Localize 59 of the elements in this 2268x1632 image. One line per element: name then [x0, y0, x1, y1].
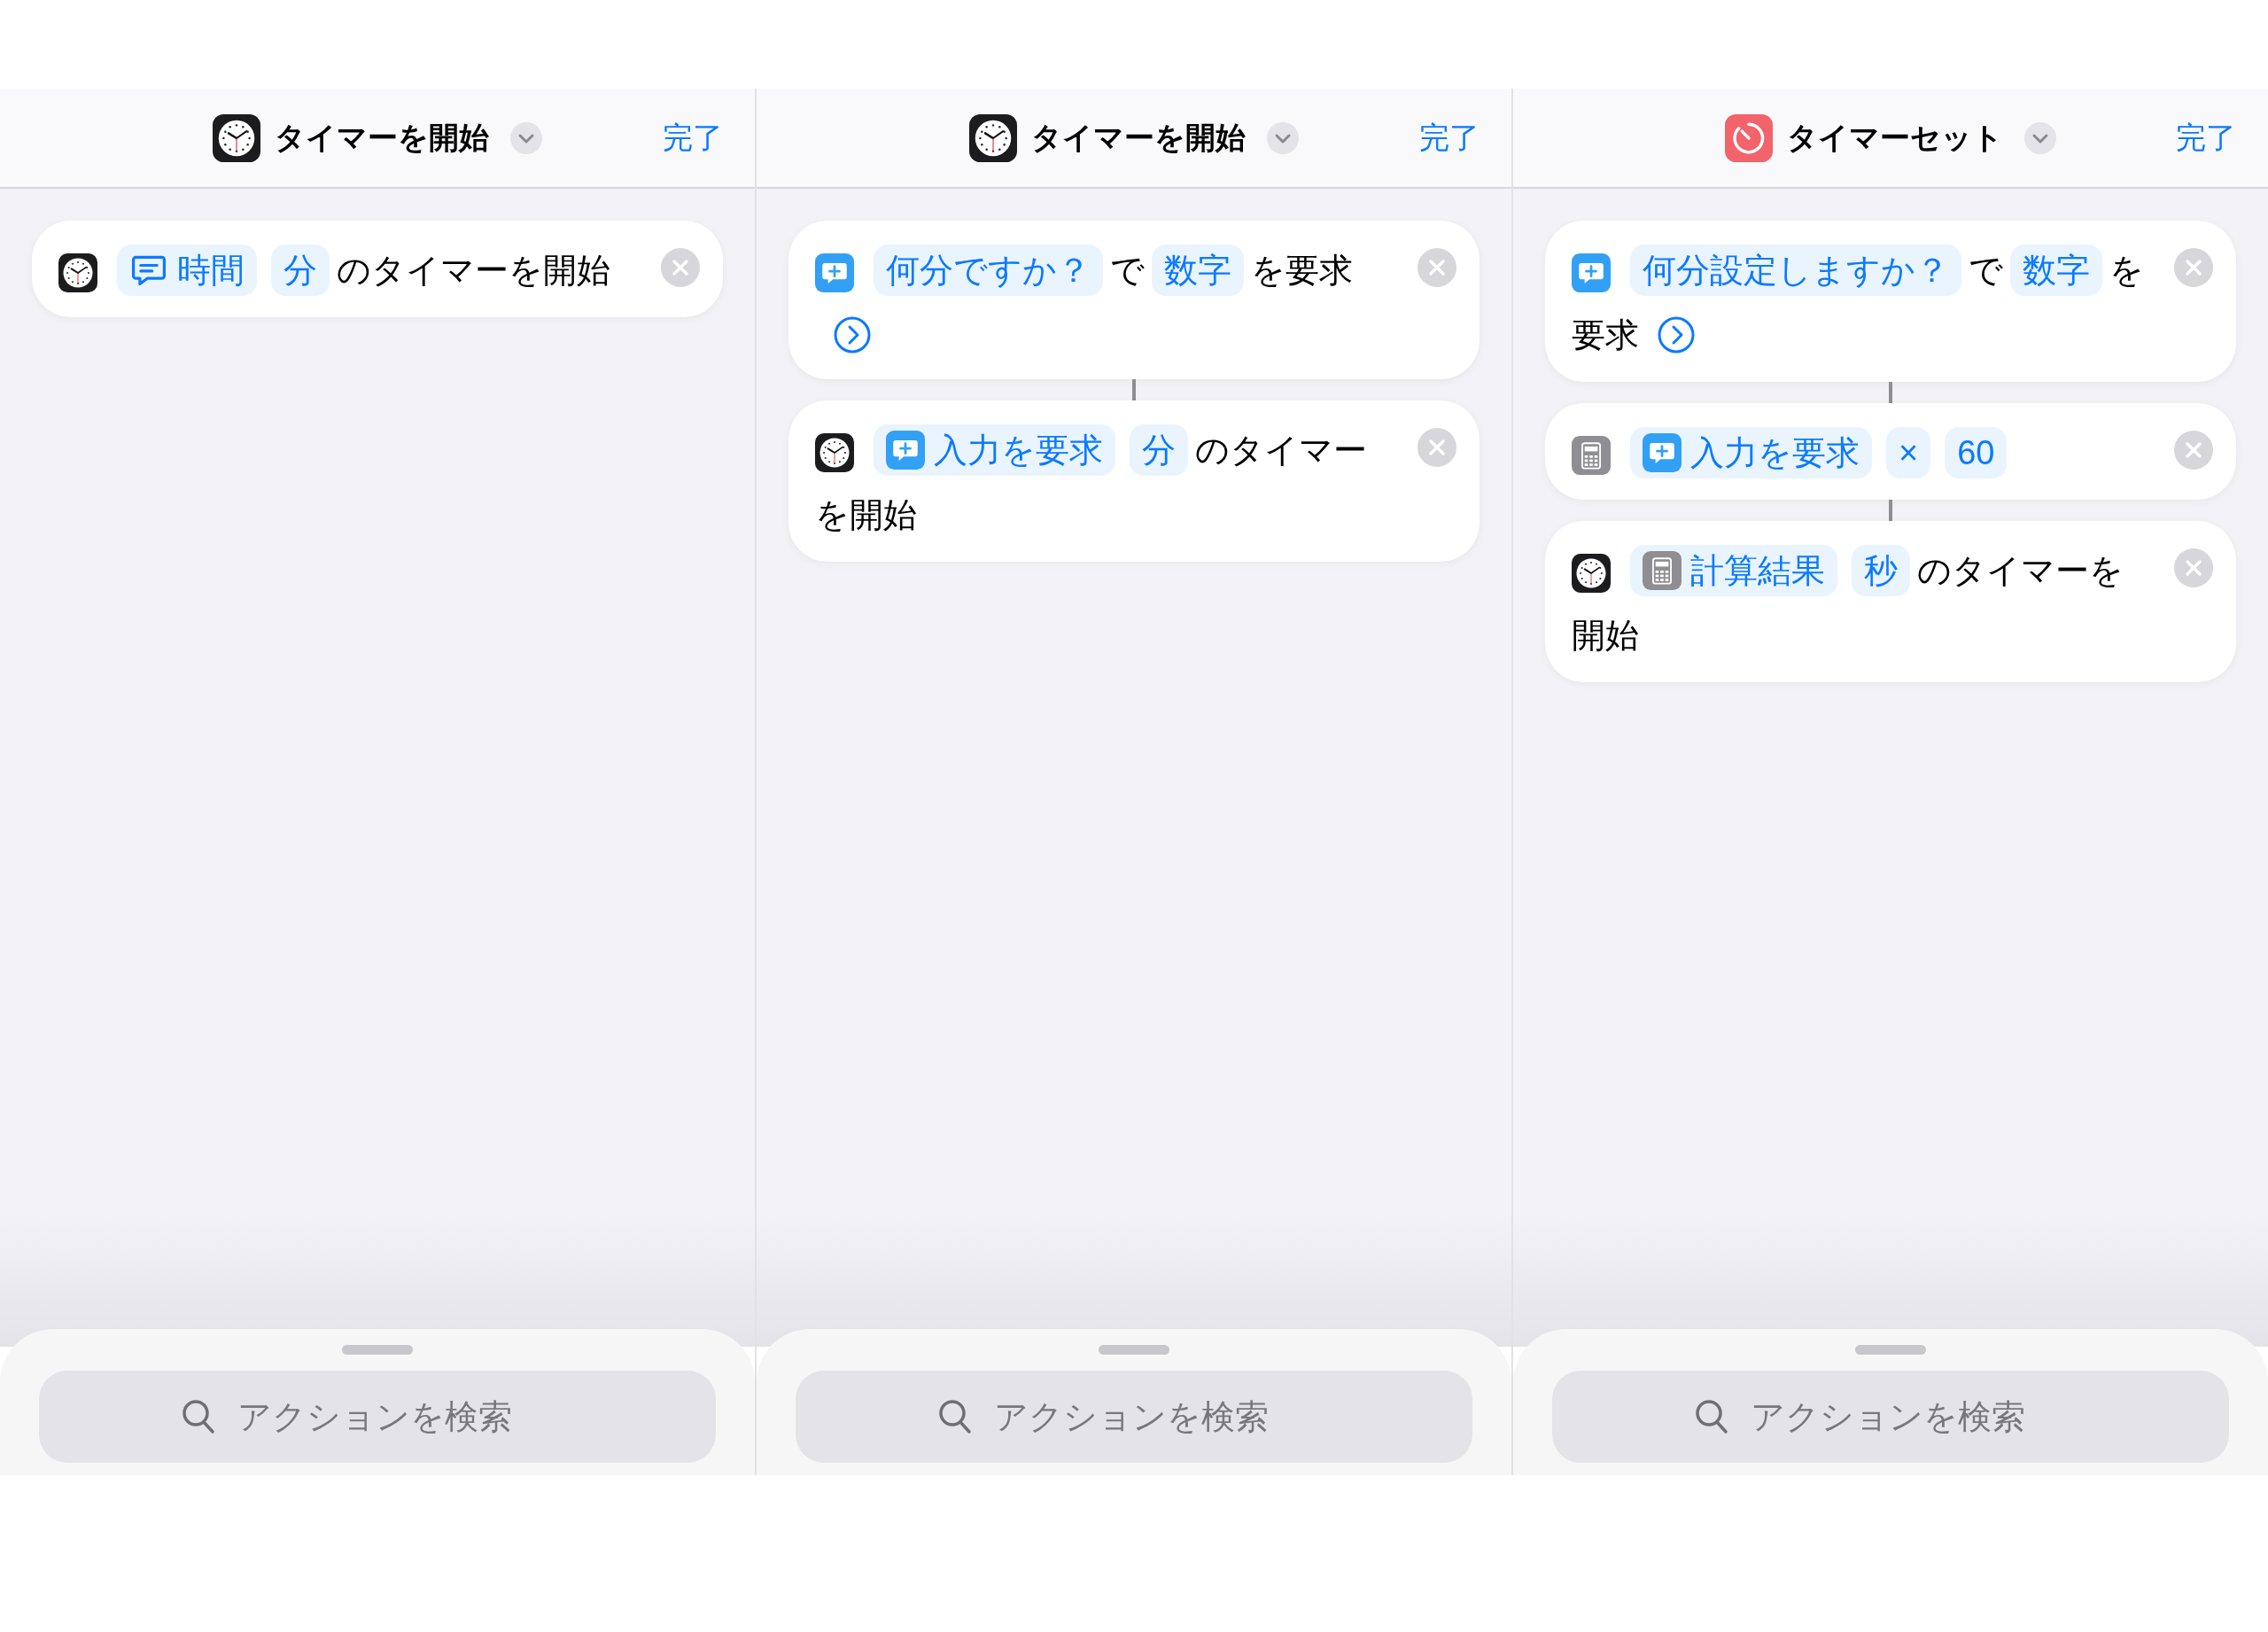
calculator-icon — [1572, 435, 1611, 475]
variable-token[interactable]: 何分設定しますか？ — [1630, 244, 1961, 296]
variable-token[interactable]: 何分ですか？ — [874, 244, 1103, 296]
variable-token[interactable]: 分 — [1130, 424, 1188, 476]
search-field[interactable]: アクションを検索 — [1552, 1371, 2229, 1463]
variable-token[interactable]: 分 — [271, 244, 330, 296]
sheet-handle[interactable] — [1855, 1345, 1926, 1355]
action-sentence: 計算結果 秒 のタイマーを開始 — [1572, 536, 2148, 666]
clock-icon — [58, 253, 97, 292]
chevron-down-icon[interactable] — [2024, 121, 2056, 154]
action-sentence: 何分設定しますか？ で 数字 を要求 — [1572, 237, 2148, 366]
action-sentence: 入力を要求 分 のタイマーを開始 — [815, 416, 1391, 546]
header-title: タイマーセット — [1787, 120, 2003, 156]
speech-bubble-plus-icon — [1643, 432, 1682, 472]
close-icon[interactable] — [2174, 548, 2213, 587]
close-icon[interactable] — [1418, 248, 1456, 287]
calculator-icon — [1643, 550, 1682, 590]
header-title: タイマーを開始 — [275, 120, 489, 156]
done-button[interactable]: 完了 — [1391, 115, 1480, 160]
action-sentence: 時間 分 のタイマーを開始 — [58, 237, 634, 301]
search-input[interactable]: アクションを検索 — [237, 1391, 574, 1442]
done-button[interactable]: 完了 — [2148, 115, 2236, 160]
close-icon[interactable] — [661, 248, 700, 287]
action-sentence: 何分ですか？ で 数字 を要求 — [815, 237, 1391, 363]
search-icon — [937, 1398, 973, 1435]
chevron-down-icon[interactable] — [1267, 121, 1299, 154]
chevron-circle-icon[interactable] — [833, 315, 872, 354]
speech-bubble-plus-icon — [1572, 253, 1611, 292]
speech-bubble-plus-icon — [886, 430, 925, 470]
search-icon — [181, 1398, 216, 1435]
variable-token[interactable]: 秒 — [1852, 544, 1910, 596]
variable-token[interactable]: 60 — [1945, 426, 2008, 478]
sheet-handle[interactable] — [1099, 1345, 1169, 1355]
speech-bubble-plus-icon — [815, 253, 854, 292]
search-icon — [1694, 1398, 1729, 1435]
close-icon[interactable] — [1418, 427, 1456, 467]
sheet-handle[interactable] — [342, 1345, 413, 1355]
variable-token[interactable]: 入力を要求 — [1630, 426, 1872, 478]
header-title: タイマーを開始 — [1031, 120, 1246, 156]
close-icon[interactable] — [2174, 248, 2213, 287]
close-icon[interactable] — [2174, 430, 2213, 470]
search-field[interactable]: アクションを検索 — [796, 1371, 1472, 1463]
variable-token[interactable]: 数字 — [2010, 244, 2102, 296]
search-field[interactable]: アクションを検索 — [39, 1371, 716, 1463]
timer-icon — [1725, 113, 1773, 162]
variable-token[interactable]: 数字 — [1152, 244, 1244, 296]
search-input[interactable]: アクションを検索 — [1751, 1391, 2087, 1442]
variable-token[interactable]: × — [1886, 426, 1931, 478]
clock-icon — [213, 113, 260, 162]
variable-token[interactable]: 入力を要求 — [874, 424, 1115, 476]
chevron-circle-icon[interactable] — [1657, 315, 1696, 354]
search-input[interactable]: アクションを検索 — [994, 1391, 1331, 1442]
variable-token[interactable]: 時間 — [117, 244, 257, 296]
chevron-down-icon[interactable] — [510, 121, 542, 154]
done-button[interactable]: 完了 — [634, 115, 723, 160]
clock-icon — [815, 432, 854, 472]
clock-icon — [1572, 553, 1611, 593]
variable-token[interactable]: 計算結果 — [1630, 544, 1837, 596]
clock-icon — [969, 113, 1017, 162]
